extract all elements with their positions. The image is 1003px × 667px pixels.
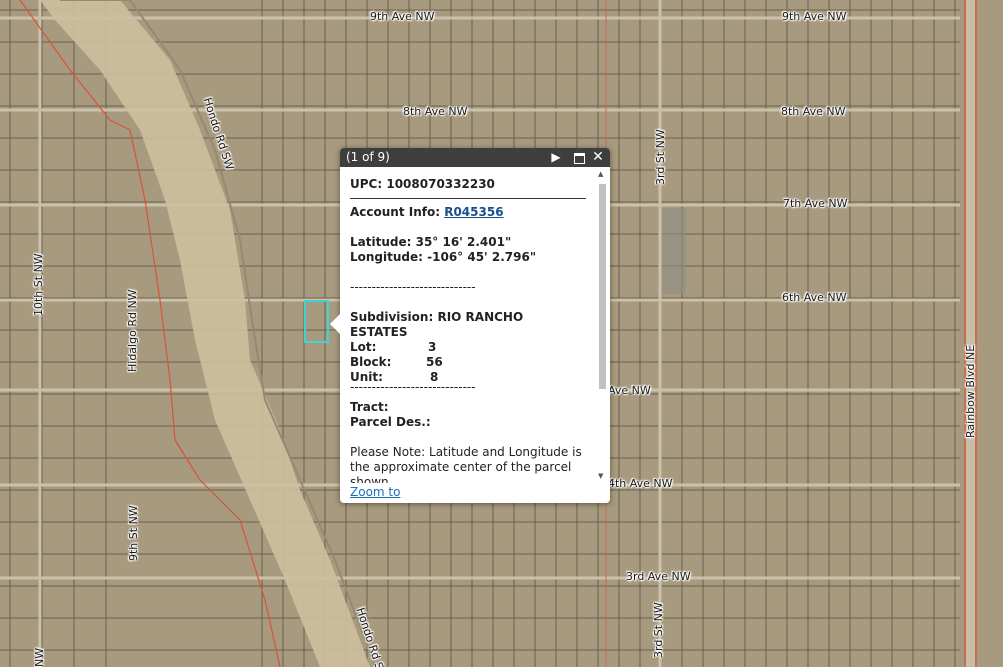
label-3rd-st-nw-1: 3rd St NW: [654, 129, 667, 185]
lot-label: Lot:: [350, 340, 377, 354]
lot-value: 3: [428, 340, 437, 354]
account-row: Account Info: R045356: [350, 205, 504, 219]
label-hidalgo-rd-nw: Hidalgo Rd NW: [126, 289, 139, 372]
subdivision-value-2: ESTATES: [350, 325, 408, 339]
scroll-up-icon[interactable]: ▲: [598, 170, 603, 178]
zoom-to-link[interactable]: Zoom to: [350, 485, 400, 499]
label-8th-ave-nw-1: 8th Ave NW: [403, 105, 468, 118]
latitude-row: Latitude: 35° 16' 2.401": [350, 235, 511, 249]
label-9th-st-nw: 9th St NW: [127, 505, 140, 561]
selected-parcel-outline[interactable]: [304, 300, 329, 343]
block-value: 56: [426, 355, 443, 369]
subdivision-value: RIO RANCHO: [437, 310, 524, 324]
dash-separator-2: -----------------------------: [350, 380, 476, 394]
label-9th-ave-nw-2: 9th Ave NW: [782, 10, 847, 23]
close-icon[interactable]: ✕: [590, 148, 606, 167]
label-3rd-st-nw-2: 3rd St NW: [652, 602, 665, 658]
popup-title: (1 of 9): [346, 150, 390, 164]
note-line-3: shown: [350, 475, 389, 483]
label-7th-ave-nw: 7th Ave NW: [783, 197, 848, 210]
divider: [350, 198, 586, 199]
upc-row: UPC: 1008070332230: [350, 177, 495, 191]
subdivision-label: Subdivision:: [350, 310, 434, 324]
label-10th-st-nw: 10th St NW: [32, 253, 45, 316]
note-line-2: the approximate center of the parcel: [350, 460, 572, 474]
upc-value: 1008070332230: [386, 177, 495, 191]
label-6th-ave-nw: 6th Ave NW: [782, 291, 847, 304]
account-link[interactable]: R045356: [444, 205, 503, 219]
label-4th-ave-nw: 4th Ave NW: [608, 477, 673, 490]
scroll-thumb[interactable]: [599, 184, 606, 389]
longitude-value: -106° 45' 2.796": [427, 250, 537, 264]
dash-separator: -----------------------------: [350, 280, 476, 294]
label-nw-bottom: NW: [33, 647, 46, 667]
subdivision-row: Subdivision: RIO RANCHO: [350, 310, 523, 324]
block-label: Block:: [350, 355, 392, 369]
latitude-label: Latitude:: [350, 235, 412, 249]
popup-scrollbar[interactable]: ▲ ▼: [597, 170, 608, 480]
tract-label: Tract:: [350, 400, 389, 414]
parcel-des-label: Parcel Des.:: [350, 415, 431, 429]
popup-titlebar: (1 of 9) ▶ ✕: [340, 148, 610, 167]
label-rainbow-blvd-ne: Rainbow Blvd NE: [964, 344, 977, 438]
latitude-value: 35° 16' 2.401": [415, 235, 512, 249]
longitude-row: Longitude: -106° 45' 2.796": [350, 250, 536, 264]
label-8th-ave-nw-2: 8th Ave NW: [781, 105, 846, 118]
account-label: Account Info:: [350, 205, 441, 219]
label-9th-ave-nw-1: 9th Ave NW: [370, 10, 435, 23]
note-line-1: Please Note: Latitude and Longitude is: [350, 445, 582, 459]
maximize-icon[interactable]: [571, 148, 587, 167]
scroll-down-icon[interactable]: ▼: [598, 472, 603, 480]
parcel-info-popup: (1 of 9) ▶ ✕ UPC: 1008070332230 Account …: [330, 148, 610, 503]
label-3rd-ave-nw: 3rd Ave NW: [626, 570, 691, 583]
longitude-label: Longitude:: [350, 250, 423, 264]
upc-label: UPC:: [350, 177, 383, 191]
label-5th-ave-nw: Ave NW: [608, 384, 651, 397]
popup-content[interactable]: UPC: 1008070332230 Account Info: R045356…: [340, 167, 596, 483]
play-next-icon[interactable]: ▶: [548, 148, 564, 167]
